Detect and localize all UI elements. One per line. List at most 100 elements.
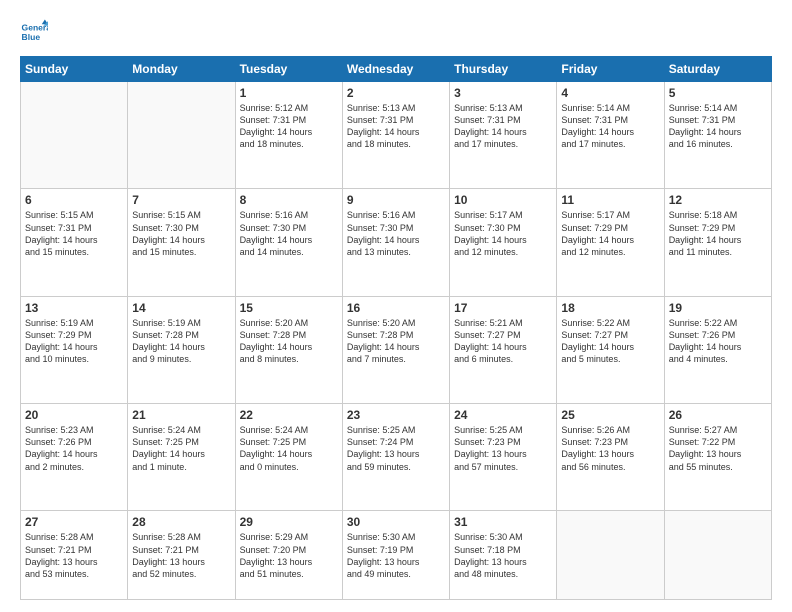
day-cell-11: 11Sunrise: 5:17 AM Sunset: 7:29 PM Dayli… bbox=[557, 189, 664, 296]
day-info: Sunrise: 5:17 AM Sunset: 7:30 PM Dayligh… bbox=[454, 209, 552, 258]
day-cell-1: 1 Sunrise: 5:12 AM Sunset: 7:31 PM Daylig… bbox=[235, 82, 342, 189]
day-cell-25: 25 Sunrise: 5:26 AM Sunset: 7:23 PM Dayli… bbox=[557, 404, 664, 511]
day-cell-22: 22 Sunrise: 5:24 AM Sunset: 7:25 PM Dayli… bbox=[235, 404, 342, 511]
day-info: Sunrise: 5:19 AM Sunset: 7:29 PM Dayligh… bbox=[25, 317, 123, 366]
day-number: 23 bbox=[347, 408, 445, 422]
day-info: Sunrise: 5:14 AM Sunset: 7:31 PM Dayligh… bbox=[669, 102, 767, 151]
day-cell-23: 23Sunrise: 5:25 AM Sunset: 7:24 PM Dayli… bbox=[342, 404, 449, 511]
weekday-header-monday: Monday bbox=[128, 57, 235, 82]
day-info: Sunrise: 5:24 AM Sunset: 7:25 PM Dayligh… bbox=[240, 424, 338, 473]
day-cell-14: 14 Sunrise: 5:19 AM Sunset: 7:28 PM Dayli… bbox=[128, 296, 235, 403]
day-info: Sunrise: 5:20 AM Sunset: 7:28 PM Dayligh… bbox=[347, 317, 445, 366]
day-cell-30: 30 Sunrise: 5:30 AM Sunset: 7:19 PM Dayli… bbox=[342, 511, 449, 600]
day-info: Sunrise: 5:22 AM Sunset: 7:27 PM Dayligh… bbox=[561, 317, 659, 366]
day-number: 24 bbox=[454, 408, 552, 422]
day-cell-20: 20 Sunrise: 5:23 AM Sunset: 7:26 PM Dayli… bbox=[21, 404, 128, 511]
day-number: 11 bbox=[561, 193, 659, 207]
day-number: 14 bbox=[132, 301, 230, 315]
day-number: 2 bbox=[347, 86, 445, 100]
day-number: 27 bbox=[25, 515, 123, 529]
day-number: 3 bbox=[454, 86, 552, 100]
day-number: 20 bbox=[25, 408, 123, 422]
day-cell-6: 6 Sunrise: 5:15 AM Sunset: 7:31 PM Daylig… bbox=[21, 189, 128, 296]
day-info: Sunrise: 5:14 AM Sunset: 7:31 PM Dayligh… bbox=[561, 102, 659, 151]
day-number: 26 bbox=[669, 408, 767, 422]
day-cell-17: 17 Sunrise: 5:21 AM Sunset: 7:27 PM Dayli… bbox=[450, 296, 557, 403]
day-info: Sunrise: 5:18 AM Sunset: 7:29 PM Dayligh… bbox=[669, 209, 767, 258]
day-number: 10 bbox=[454, 193, 552, 207]
day-number: 17 bbox=[454, 301, 552, 315]
day-cell-10: 10 Sunrise: 5:17 AM Sunset: 7:30 PM Dayli… bbox=[450, 189, 557, 296]
week-row-4: 20 Sunrise: 5:23 AM Sunset: 7:26 PM Dayli… bbox=[21, 404, 772, 511]
day-info: Sunrise: 5:27 AM Sunset: 7:22 PM Dayligh… bbox=[669, 424, 767, 473]
day-info: Sunrise: 5:28 AM Sunset: 7:21 PM Dayligh… bbox=[25, 531, 123, 580]
day-number: 6 bbox=[25, 193, 123, 207]
day-info: Sunrise: 5:12 AM Sunset: 7:31 PM Dayligh… bbox=[240, 102, 338, 151]
empty-cell bbox=[664, 511, 771, 600]
day-cell-27: 27 Sunrise: 5:28 AM Sunset: 7:21 PM Dayli… bbox=[21, 511, 128, 600]
logo: General Blue bbox=[20, 18, 48, 46]
header: General Blue bbox=[20, 18, 772, 46]
empty-cell bbox=[21, 82, 128, 189]
day-cell-18: 18 Sunrise: 5:22 AM Sunset: 7:27 PM Dayli… bbox=[557, 296, 664, 403]
day-number: 1 bbox=[240, 86, 338, 100]
day-info: Sunrise: 5:15 AM Sunset: 7:30 PM Dayligh… bbox=[132, 209, 230, 258]
day-info: Sunrise: 5:30 AM Sunset: 7:19 PM Dayligh… bbox=[347, 531, 445, 580]
weekday-header-wednesday: Wednesday bbox=[342, 57, 449, 82]
day-info: Sunrise: 5:19 AM Sunset: 7:28 PM Dayligh… bbox=[132, 317, 230, 366]
day-number: 19 bbox=[669, 301, 767, 315]
day-cell-7: 7Sunrise: 5:15 AM Sunset: 7:30 PM Daylig… bbox=[128, 189, 235, 296]
day-cell-19: 19 Sunrise: 5:22 AM Sunset: 7:26 PM Dayli… bbox=[664, 296, 771, 403]
day-number: 18 bbox=[561, 301, 659, 315]
day-cell-2: 2 Sunrise: 5:13 AM Sunset: 7:31 PM Daylig… bbox=[342, 82, 449, 189]
week-row-1: 1 Sunrise: 5:12 AM Sunset: 7:31 PM Daylig… bbox=[21, 82, 772, 189]
day-number: 22 bbox=[240, 408, 338, 422]
day-cell-24: 24 Sunrise: 5:25 AM Sunset: 7:23 PM Dayli… bbox=[450, 404, 557, 511]
day-cell-28: 28 Sunrise: 5:28 AM Sunset: 7:21 PM Dayli… bbox=[128, 511, 235, 600]
day-cell-26: 26 Sunrise: 5:27 AM Sunset: 7:22 PM Dayli… bbox=[664, 404, 771, 511]
calendar-table: SundayMondayTuesdayWednesdayThursdayFrid… bbox=[20, 56, 772, 600]
week-row-5: 27 Sunrise: 5:28 AM Sunset: 7:21 PM Dayli… bbox=[21, 511, 772, 600]
day-number: 28 bbox=[132, 515, 230, 529]
weekday-header-row: SundayMondayTuesdayWednesdayThursdayFrid… bbox=[21, 57, 772, 82]
day-info: Sunrise: 5:16 AM Sunset: 7:30 PM Dayligh… bbox=[240, 209, 338, 258]
week-row-2: 6 Sunrise: 5:15 AM Sunset: 7:31 PM Daylig… bbox=[21, 189, 772, 296]
day-number: 30 bbox=[347, 515, 445, 529]
day-info: Sunrise: 5:28 AM Sunset: 7:21 PM Dayligh… bbox=[132, 531, 230, 580]
calendar-page: General Blue SundayMondayTuesdayWednesda… bbox=[0, 0, 792, 612]
day-info: Sunrise: 5:15 AM Sunset: 7:31 PM Dayligh… bbox=[25, 209, 123, 258]
day-cell-8: 8Sunrise: 5:16 AM Sunset: 7:30 PM Daylig… bbox=[235, 189, 342, 296]
day-info: Sunrise: 5:13 AM Sunset: 7:31 PM Dayligh… bbox=[454, 102, 552, 151]
week-row-3: 13 Sunrise: 5:19 AM Sunset: 7:29 PM Dayli… bbox=[21, 296, 772, 403]
day-info: Sunrise: 5:29 AM Sunset: 7:20 PM Dayligh… bbox=[240, 531, 338, 580]
day-cell-16: 16 Sunrise: 5:20 AM Sunset: 7:28 PM Dayli… bbox=[342, 296, 449, 403]
weekday-header-friday: Friday bbox=[557, 57, 664, 82]
day-number: 13 bbox=[25, 301, 123, 315]
day-info: Sunrise: 5:26 AM Sunset: 7:23 PM Dayligh… bbox=[561, 424, 659, 473]
day-cell-3: 3 Sunrise: 5:13 AM Sunset: 7:31 PM Daylig… bbox=[450, 82, 557, 189]
day-info: Sunrise: 5:25 AM Sunset: 7:23 PM Dayligh… bbox=[454, 424, 552, 473]
day-info: Sunrise: 5:22 AM Sunset: 7:26 PM Dayligh… bbox=[669, 317, 767, 366]
day-info: Sunrise: 5:21 AM Sunset: 7:27 PM Dayligh… bbox=[454, 317, 552, 366]
day-number: 25 bbox=[561, 408, 659, 422]
day-number: 5 bbox=[669, 86, 767, 100]
day-number: 29 bbox=[240, 515, 338, 529]
day-number: 9 bbox=[347, 193, 445, 207]
day-cell-5: 5 Sunrise: 5:14 AM Sunset: 7:31 PM Daylig… bbox=[664, 82, 771, 189]
day-cell-31: 31 Sunrise: 5:30 AM Sunset: 7:18 PM Dayli… bbox=[450, 511, 557, 600]
weekday-header-sunday: Sunday bbox=[21, 57, 128, 82]
day-info: Sunrise: 5:30 AM Sunset: 7:18 PM Dayligh… bbox=[454, 531, 552, 580]
day-cell-21: 21Sunrise: 5:24 AM Sunset: 7:25 PM Dayli… bbox=[128, 404, 235, 511]
weekday-header-tuesday: Tuesday bbox=[235, 57, 342, 82]
day-number: 12 bbox=[669, 193, 767, 207]
day-info: Sunrise: 5:23 AM Sunset: 7:26 PM Dayligh… bbox=[25, 424, 123, 473]
day-info: Sunrise: 5:13 AM Sunset: 7:31 PM Dayligh… bbox=[347, 102, 445, 151]
day-cell-13: 13 Sunrise: 5:19 AM Sunset: 7:29 PM Dayli… bbox=[21, 296, 128, 403]
day-info: Sunrise: 5:24 AM Sunset: 7:25 PM Dayligh… bbox=[132, 424, 230, 473]
day-cell-15: 15Sunrise: 5:20 AM Sunset: 7:28 PM Dayli… bbox=[235, 296, 342, 403]
day-info: Sunrise: 5:20 AM Sunset: 7:28 PM Dayligh… bbox=[240, 317, 338, 366]
day-number: 16 bbox=[347, 301, 445, 315]
day-cell-9: 9Sunrise: 5:16 AM Sunset: 7:30 PM Daylig… bbox=[342, 189, 449, 296]
day-cell-4: 4Sunrise: 5:14 AM Sunset: 7:31 PM Daylig… bbox=[557, 82, 664, 189]
day-number: 31 bbox=[454, 515, 552, 529]
